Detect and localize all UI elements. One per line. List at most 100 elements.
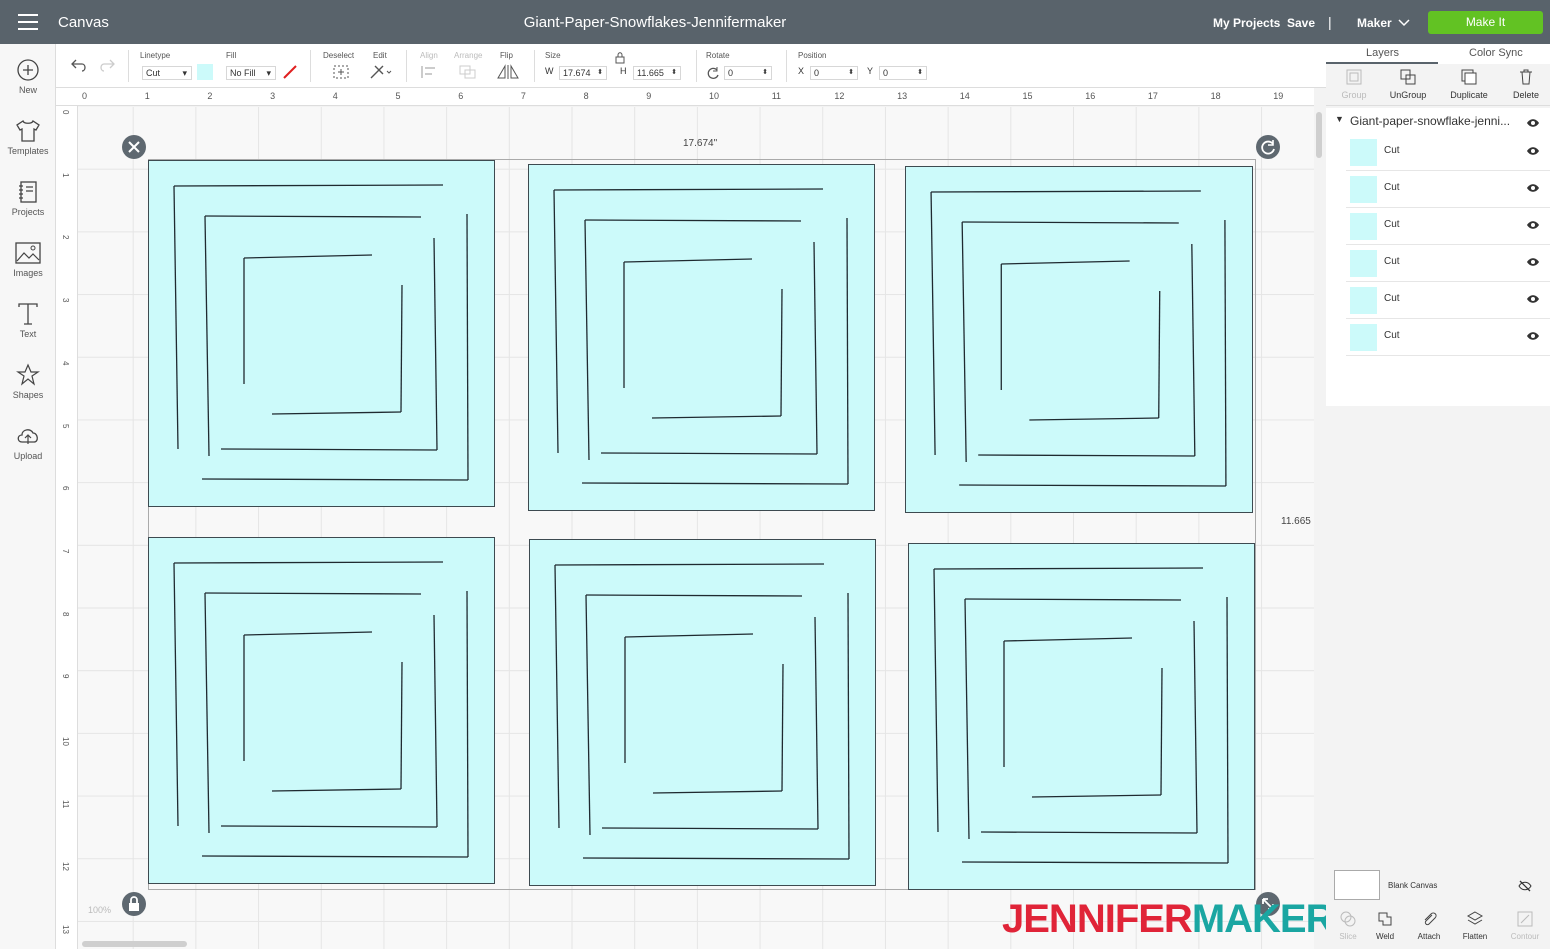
layer-row[interactable]: Cut [1346,245,1550,282]
attach-button[interactable]: Attach [1407,910,1451,941]
tab-layers[interactable]: Layers [1366,47,1399,59]
eye-icon[interactable] [1526,331,1540,341]
toolbar-separator [310,50,311,82]
sidebar-item-templates[interactable]: Templates [0,119,56,173]
layer-group-row[interactable]: ▼ Giant-paper-snowflake-jenni... [1326,111,1550,133]
sidebar-item-shapes[interactable]: Shapes [0,363,56,417]
chevron-down-icon[interactable] [1397,15,1411,29]
my-projects-link[interactable]: My Projects [1213,16,1280,30]
slice-icon [1340,911,1356,927]
arrange-label: Arrange [454,51,483,60]
snowflake-tile[interactable] [148,160,495,507]
toolbar-separator [786,50,787,82]
rotate-handle[interactable] [1256,135,1280,159]
y-value: 0 [883,68,889,78]
layer-row[interactable]: Cut [1346,319,1550,356]
eye-icon[interactable] [1526,294,1540,304]
no-fill-swatch-icon[interactable] [282,64,298,80]
make-it-button[interactable]: Make It [1428,11,1543,34]
zoom-level[interactable]: 100% [88,905,111,915]
horizontal-scrollbar[interactable] [82,941,187,947]
ruler-tick-label: 13 [897,91,908,101]
linetype-select[interactable]: Cut ▾ [142,66,192,80]
cut-line [978,454,1195,457]
cut-line [623,258,753,263]
cut-line [584,219,802,222]
sidebar-item-projects[interactable]: Projects [0,180,56,234]
snowflake-tile[interactable] [529,539,876,886]
y-position-input[interactable]: 0 ⬍ [879,66,927,80]
caret-down-icon[interactable]: ▼ [1335,114,1344,124]
cut-line [933,568,939,833]
snowflake-tile[interactable] [905,166,1253,513]
cut-line [173,562,179,827]
machine-select[interactable]: Maker [1357,16,1392,30]
group-label: Group [1341,90,1367,100]
width-input[interactable]: 17.674 ⬍ [559,66,607,80]
stepper-icon[interactable]: ⬍ [917,67,923,79]
stepper-icon[interactable]: ⬍ [762,67,768,79]
cut-line [1158,290,1161,419]
snowflake-tile[interactable] [528,164,875,511]
delete-label: Delete [1512,90,1539,100]
stepper-icon[interactable]: ⬍ [671,67,677,79]
sidebar-item-upload[interactable]: Upload [0,424,56,478]
attach-label: Attach [1417,932,1441,941]
x-value: 0 [814,68,820,78]
sidebar-item-images[interactable]: Images [0,241,56,295]
contour-button[interactable]: Contour [1503,910,1547,941]
lock-ratio-icon[interactable] [615,52,625,64]
eye-icon[interactable] [1526,118,1540,128]
eye-icon[interactable] [1526,146,1540,156]
group-button[interactable]: Group [1326,68,1382,100]
cut-lines [933,567,1229,864]
eye-hidden-icon[interactable] [1518,880,1532,892]
snowflake-tile[interactable] [148,537,495,884]
height-input[interactable]: 11.665 ⬍ [633,66,681,80]
ruler-tick-label: 0 [82,91,88,101]
blank-canvas-label: Blank Canvas [1388,881,1438,890]
ungroup-button[interactable]: UnGroup [1380,68,1436,100]
layer-swatch [1350,287,1377,314]
fill-select[interactable]: No Fill ▾ [226,66,276,80]
eye-icon[interactable] [1526,183,1540,193]
edit-tools-icon[interactable] [369,64,393,80]
redo-icon[interactable] [98,58,116,72]
deselect-icon[interactable] [332,64,350,80]
duplicate-icon [1461,69,1477,85]
linetype-value: Cut [146,68,161,78]
sidebar-item-text[interactable]: Text [0,302,56,356]
layer-name: Cut [1384,145,1400,156]
layer-row[interactable]: Cut [1346,282,1550,319]
weld-button[interactable]: Weld [1363,910,1407,941]
weld-icon [1378,912,1392,926]
cut-line [201,478,469,481]
eye-icon[interactable] [1526,220,1540,230]
stepper-icon[interactable]: ⬍ [848,67,854,79]
flip-icon[interactable] [496,64,520,80]
stepper-icon[interactable]: ⬍ [597,67,603,79]
ruler-tick-label: 12 [834,91,845,101]
flatten-button[interactable]: Flatten [1453,910,1497,941]
blank-canvas-swatch[interactable] [1334,870,1380,900]
delete-handle[interactable] [122,135,146,159]
delete-button[interactable]: Delete [1498,68,1550,100]
tab-color-sync[interactable]: Color Sync [1469,47,1523,59]
sidebar-item-new[interactable]: New [0,58,56,112]
duplicate-button[interactable]: Duplicate [1441,68,1497,100]
snowflake-tile[interactable] [908,543,1255,890]
rotate-input[interactable]: 0 ⬍ [724,66,772,80]
x-position-input[interactable]: 0 ⬍ [810,66,858,80]
layer-row[interactable]: Cut [1346,134,1550,171]
layer-row[interactable]: Cut [1346,171,1550,208]
eye-icon[interactable] [1526,257,1540,267]
blank-canvas-row[interactable]: Blank Canvas [1326,864,1550,904]
linetype-color-swatch[interactable] [197,64,213,80]
cut-line [1029,417,1159,421]
layers-panel: Layers Color Sync Group UnGroup Duplicat… [1326,44,1550,949]
vertical-scrollbar[interactable] [1316,112,1322,158]
lock-handle[interactable] [122,892,146,916]
undo-icon[interactable] [70,58,88,72]
save-button[interactable]: Save [1287,16,1315,30]
layer-row[interactable]: Cut [1346,208,1550,245]
